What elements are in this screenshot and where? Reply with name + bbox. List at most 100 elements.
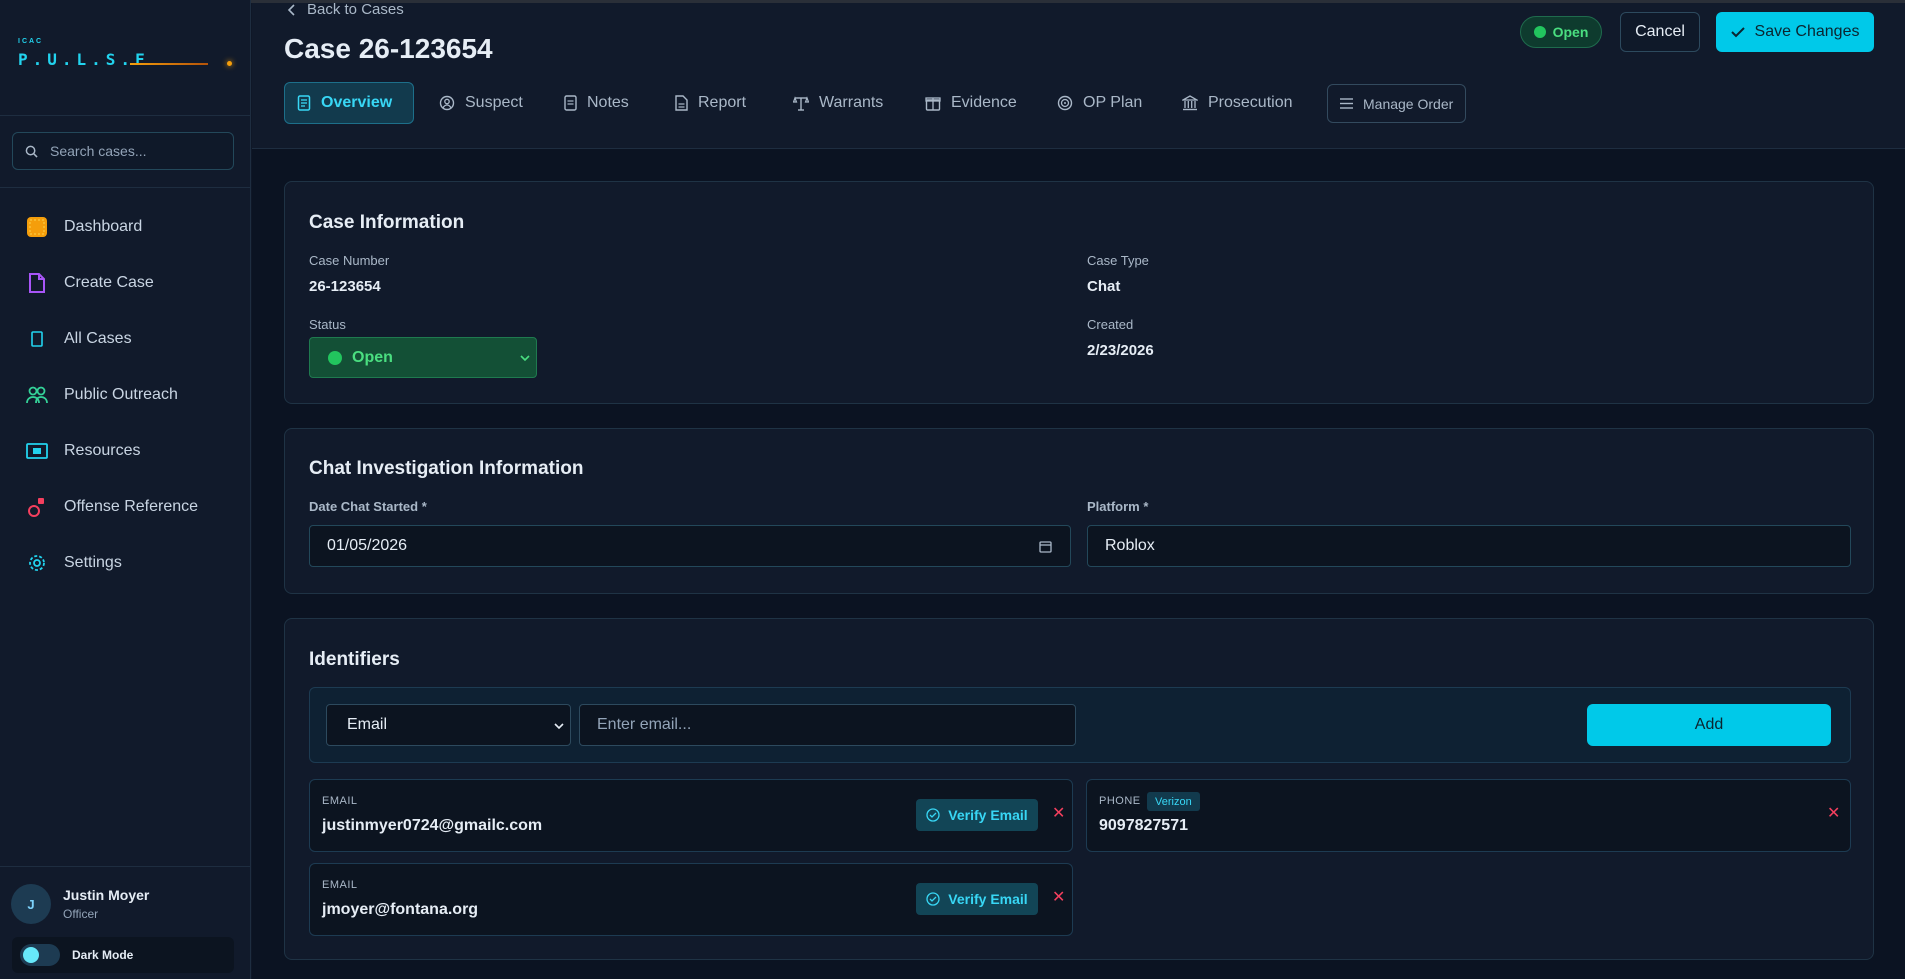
user-name: Justin Moyer (63, 887, 150, 903)
identifier-type-value: Email (347, 716, 388, 733)
remove-identifier-button[interactable]: ✕ (1052, 887, 1065, 907)
search-icon (25, 145, 38, 158)
dark-mode-toggle[interactable] (20, 944, 60, 966)
back-to-cases-link[interactable]: Back to Cases (287, 1, 404, 18)
verify-email-label: Verify Email (948, 891, 1028, 907)
sidebar-item-create-case[interactable]: Create Case (26, 268, 154, 298)
save-changes-button[interactable]: Save Changes (1716, 12, 1874, 52)
tab-op-plan[interactable]: OP Plan (1045, 82, 1154, 124)
app-logo[interactable]: ICAC P.U.L.S.E (18, 36, 232, 80)
notes-icon (564, 95, 577, 111)
sidebar-item-dashboard[interactable]: Dashboard (26, 212, 142, 242)
tab-label: Report (698, 94, 747, 111)
report-icon (675, 95, 688, 111)
search-input[interactable]: Search cases... (12, 132, 234, 170)
courthouse-icon (1182, 95, 1198, 111)
suspect-icon (439, 95, 455, 111)
identifier-value-input[interactable]: Enter email... (579, 704, 1076, 746)
sidebar-item-label: Settings (64, 554, 122, 571)
manage-order-label: Manage Order (1363, 95, 1454, 112)
logo-subtitle: ICAC (18, 38, 44, 45)
section-title: Identifiers (309, 649, 400, 670)
add-identifier-bar: Email Enter email... Add (309, 687, 1851, 763)
avatar: J (11, 884, 51, 924)
tab-suspect[interactable]: Suspect (427, 82, 535, 124)
logo-trace (130, 63, 208, 65)
target-icon (1057, 95, 1073, 111)
resources-icon (26, 440, 48, 462)
calendar-icon[interactable] (1039, 540, 1052, 553)
remove-identifier-button[interactable]: ✕ (1827, 803, 1840, 823)
sidebar: ICAC P.U.L.S.E Search cases... Dashboard… (0, 0, 251, 979)
search-placeholder: Search cases... (50, 143, 147, 159)
status-dot-icon (328, 350, 342, 365)
identifier-type-label: EMAIL (322, 879, 358, 891)
chevron-down-icon (520, 355, 530, 362)
folder-icon (26, 328, 48, 350)
case-number-label: Case Number (309, 253, 390, 268)
date-chat-started-label: Date Chat Started * (309, 499, 427, 514)
tab-report[interactable]: Report (663, 82, 758, 124)
platform-input[interactable]: Roblox (1087, 525, 1851, 567)
sidebar-item-offense-reference[interactable]: Offense Reference (26, 492, 198, 522)
section-title: Chat Investigation Information (309, 458, 584, 479)
section-title: Case Information (309, 212, 465, 233)
logo-dot (227, 61, 232, 66)
status-select-value: Open (352, 348, 393, 366)
logo-wordmark: P.U.L.S.E (18, 50, 150, 69)
back-label: Back to Cases (307, 1, 404, 18)
page-title: Case 26-123654 (284, 33, 493, 64)
check-circle-icon (926, 892, 940, 906)
check-circle-icon (926, 808, 940, 822)
tab-prosecution[interactable]: Prosecution (1170, 82, 1305, 124)
chevron-left-icon (287, 3, 295, 16)
cancel-button[interactable]: Cancel (1620, 12, 1700, 52)
verify-email-label: Verify Email (948, 807, 1028, 823)
verify-email-button[interactable]: Verify Email (916, 883, 1038, 915)
sidebar-item-label: All Cases (64, 330, 132, 347)
tab-evidence[interactable]: Evidence (913, 82, 1029, 124)
sidebar-item-resources[interactable]: Resources (26, 436, 140, 466)
sidebar-item-label: Offense Reference (64, 498, 199, 515)
dark-mode-label: Dark Mode (72, 948, 134, 962)
tab-overview[interactable]: Overview (284, 82, 414, 124)
created-label: Created (1087, 317, 1134, 332)
case-type-value: Chat (1087, 278, 1121, 295)
verify-email-button[interactable]: Verify Email (916, 799, 1038, 831)
manage-order-button[interactable]: Manage Order (1327, 84, 1467, 123)
status-select[interactable]: Open (309, 337, 537, 378)
sidebar-item-public-outreach[interactable]: Public Outreach (26, 380, 178, 410)
add-identifier-button[interactable]: Add (1587, 704, 1831, 746)
tab-label: Evidence (951, 94, 1017, 111)
tab-warrants[interactable]: Warrants (781, 82, 895, 124)
dark-mode-toggle-row: Dark Mode (12, 937, 234, 973)
date-chat-started-input[interactable]: 01/05/2026 (309, 525, 1071, 567)
chat-investigation-card: Chat Investigation Information Date Chat… (284, 428, 1874, 594)
identifier-type-select[interactable]: Email (326, 704, 571, 746)
tab-label: Suspect (465, 94, 523, 111)
identifier-card: EMAIL justinmyer0724@gmailc.com Verify E… (309, 779, 1073, 852)
case-type-label: Case Type (1087, 253, 1149, 268)
user-role: Officer (63, 907, 99, 921)
identifier-value: justinmyer0724@gmailc.com (322, 817, 543, 834)
warrant-icon (793, 96, 809, 111)
case-number-value: 26-123654 (309, 278, 381, 295)
sidebar-item-label: Public Outreach (64, 386, 178, 403)
user-profile[interactable]: J Justin Moyer Officer (11, 884, 149, 924)
sidebar-divider (0, 866, 251, 867)
tab-notes[interactable]: Notes (552, 82, 641, 124)
dashboard-icon (26, 216, 48, 238)
status-dot-icon (1533, 26, 1546, 38)
created-value: 2/23/2026 (1087, 342, 1154, 359)
tab-label: Overview (321, 94, 393, 111)
sidebar-divider (0, 115, 251, 116)
identifier-type-label: EMAIL (322, 795, 358, 807)
scale-icon (26, 496, 48, 518)
identifier-value: jmoyer@fontana.org (322, 901, 479, 918)
sidebar-item-settings[interactable]: Settings (26, 548, 122, 578)
gear-icon (26, 552, 48, 574)
menu-icon (1340, 98, 1353, 109)
sidebar-item-label: Dashboard (64, 218, 143, 235)
remove-identifier-button[interactable]: ✕ (1052, 803, 1065, 823)
sidebar-item-all-cases[interactable]: All Cases (26, 324, 132, 354)
